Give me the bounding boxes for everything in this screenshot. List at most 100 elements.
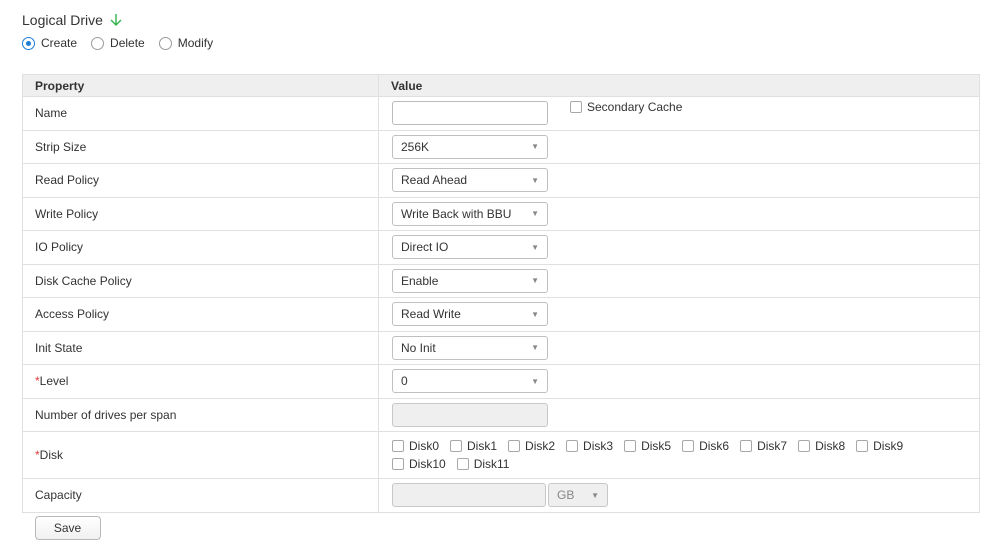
disk-checkbox-disk10[interactable]: Disk10 — [392, 457, 446, 471]
disk-checkbox-list: Disk0 Disk1 Disk2 Disk3 Disk5 Disk6 Disk… — [392, 439, 972, 471]
disk-cell: Disk0 Disk1 Disk2 Disk3 Disk5 Disk6 Disk… — [378, 431, 980, 479]
access-policy-cell: Read Write ▼ — [378, 297, 980, 332]
radio-delete-button[interactable] — [91, 36, 105, 50]
io-policy-label: IO Policy — [22, 230, 379, 265]
level-cell: 0 ▼ — [378, 364, 980, 399]
save-button[interactable]: Save — [34, 516, 101, 541]
table-row-write-policy: Write Policy Write Back with BBU ▼ — [22, 196, 980, 231]
table-row-capacity: Capacity GB ▼ — [22, 478, 980, 513]
disk-name: Disk8 — [815, 439, 846, 453]
strip-size-select[interactable]: 256K ▼ — [392, 134, 548, 159]
level-select[interactable]: 0 ▼ — [392, 369, 548, 394]
write-policy-select[interactable]: Write Back with BBU ▼ — [392, 201, 548, 226]
mode-radio-group: Create Delete Modify — [22, 36, 227, 50]
checkbox-icon[interactable] — [682, 440, 695, 452]
name-input[interactable] — [392, 101, 548, 126]
disk-checkbox-disk8[interactable]: Disk8 — [798, 439, 845, 453]
io-policy-select[interactable]: Direct IO ▼ — [392, 235, 548, 260]
title-row: Logical Drive — [22, 12, 227, 28]
logical-drive-header: Logical Drive Create Delete Modify — [22, 12, 227, 50]
disk-cache-policy-cell: Enable ▼ — [378, 263, 980, 298]
capacity-input — [392, 483, 546, 508]
checkbox-icon[interactable] — [624, 440, 637, 452]
column-header-value: Value — [378, 74, 980, 97]
actions-cell: Save — [22, 511, 980, 544]
disk-name: Disk6 — [699, 439, 730, 453]
table-row-access-policy: Access Policy Read Write ▼ — [22, 297, 980, 332]
radio-modify[interactable]: Modify — [158, 36, 214, 50]
disk-checkbox-disk7[interactable]: Disk7 — [740, 439, 787, 453]
write-policy-value: Write Back with BBU — [401, 206, 512, 221]
disk-name: Disk1 — [467, 439, 498, 453]
capacity-label: Capacity — [22, 478, 379, 513]
chevron-down-icon: ▼ — [531, 175, 539, 185]
disk-name: Disk11 — [473, 457, 510, 471]
chevron-down-icon: ▼ — [531, 209, 539, 219]
radio-create-button[interactable] — [22, 36, 35, 50]
init-state-select[interactable]: No Init ▼ — [392, 335, 548, 360]
arrow-down-icon[interactable] — [109, 13, 123, 27]
checkbox-icon[interactable] — [392, 458, 404, 470]
chevron-down-icon: ▼ — [531, 376, 539, 386]
radio-delete[interactable]: Delete — [91, 36, 145, 50]
disk-checkbox-disk3[interactable]: Disk3 — [566, 439, 613, 453]
name-label: Name — [22, 96, 379, 131]
access-policy-select[interactable]: Read Write ▼ — [392, 302, 548, 327]
io-policy-value: Direct IO — [401, 240, 449, 255]
read-policy-select[interactable]: Read Ahead ▼ — [392, 168, 548, 193]
radio-modify-button[interactable] — [158, 36, 172, 50]
secondary-cache-checkbox[interactable]: Secondary Cache — [570, 100, 682, 114]
disk-cache-policy-select[interactable]: Enable ▼ — [392, 268, 548, 293]
secondary-cache-check[interactable] — [570, 101, 582, 114]
chevron-down-icon: ▼ — [531, 142, 539, 152]
disk-name: Disk2 — [525, 439, 556, 453]
disk-checkbox-disk5[interactable]: Disk5 — [624, 439, 671, 453]
checkbox-icon[interactable] — [508, 440, 521, 452]
level-label: Level — [39, 374, 69, 389]
capacity-cell: GB ▼ — [378, 478, 980, 513]
disk-name: Disk3 — [583, 439, 614, 453]
table-row-level: *Level 0 ▼ — [22, 364, 980, 399]
table-row-actions: Save — [22, 511, 980, 544]
disk-checkbox-disk0[interactable]: Disk0 — [392, 439, 439, 453]
disk-checkbox-disk2[interactable]: Disk2 — [508, 439, 555, 453]
drives-per-span-cell — [378, 397, 980, 432]
write-policy-label: Write Policy — [22, 196, 379, 231]
read-policy-value: Read Ahead — [401, 173, 468, 188]
disk-checkbox-disk6[interactable]: Disk6 — [682, 439, 729, 453]
disk-name: Disk5 — [641, 439, 672, 453]
write-policy-cell: Write Back with BBU ▼ — [378, 196, 980, 231]
property-table: Property Value Name Secondary Cache Stri… — [22, 74, 980, 544]
checkbox-icon[interactable] — [856, 440, 869, 452]
table-row-init-state: Init State No Init ▼ — [22, 330, 980, 365]
name-cell: Secondary Cache — [392, 100, 967, 126]
checkbox-icon[interactable] — [798, 440, 811, 452]
read-policy-cell: Read Ahead ▼ — [378, 163, 980, 198]
disk-name: Disk9 — [873, 439, 904, 453]
checkbox-icon[interactable] — [566, 440, 579, 452]
access-policy-label: Access Policy — [22, 297, 379, 332]
table-row-drives-per-span: Number of drives per span — [22, 397, 980, 432]
disk-checkbox-disk11[interactable]: Disk11 — [456, 457, 510, 471]
capacity-wrap: GB ▼ — [392, 483, 967, 508]
capacity-unit-select: GB ▼ — [548, 483, 608, 508]
secondary-cache-label: Secondary Cache — [587, 100, 683, 115]
table-row-read-policy: Read Policy Read Ahead ▼ — [22, 163, 980, 198]
table-row-disk: *Disk Disk0 Disk1 Disk2 Disk3 Disk5 Disk… — [22, 431, 980, 479]
radio-modify-label: Modify — [177, 36, 214, 50]
disk-checkbox-disk1[interactable]: Disk1 — [450, 439, 497, 453]
init-state-value: No Init — [401, 340, 436, 355]
chevron-down-icon: ▼ — [531, 343, 539, 353]
disk-name: Disk10 — [409, 457, 446, 471]
checkbox-icon[interactable] — [740, 440, 753, 452]
disk-checkbox-disk9[interactable]: Disk9 — [856, 439, 903, 453]
page-title: Logical Drive — [22, 12, 103, 28]
disk-name: Disk7 — [757, 439, 788, 453]
radio-create[interactable]: Create — [22, 36, 77, 50]
radio-create-label: Create — [41, 36, 78, 50]
table-row-name: Name Secondary Cache — [22, 96, 980, 131]
checkbox-icon[interactable] — [456, 458, 469, 470]
table-header-row: Property Value — [22, 74, 980, 97]
checkbox-icon[interactable] — [450, 440, 463, 452]
checkbox-icon[interactable] — [392, 440, 404, 452]
